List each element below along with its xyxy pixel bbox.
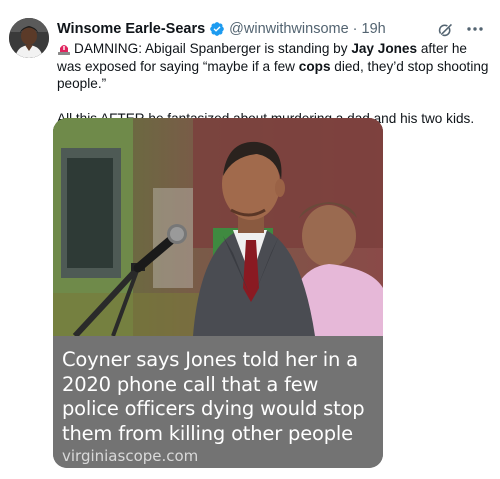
mention-jay-jones: Jay Jones xyxy=(351,41,418,56)
card-caption: Coyner says Jones told her in a 2020 pho… xyxy=(53,336,383,468)
author-handle[interactable]: @winwithwinsome xyxy=(229,21,348,37)
rotating-light-emoji-icon xyxy=(57,42,71,55)
verified-badge-icon xyxy=(209,21,225,37)
more-options-icon[interactable] xyxy=(463,19,487,39)
author-name[interactable]: Winsome Earle-Sears xyxy=(57,21,205,37)
tweet-paragraph-1: DAMNING: Abigail Spanberger is standing … xyxy=(57,40,493,93)
tweet-text: DAMNING: Abigail Spanberger is standing … xyxy=(57,40,493,127)
tweet-text-part: DAMNING: Abigail Spanberger is standing … xyxy=(74,41,352,56)
card-photo xyxy=(53,118,383,336)
link-preview-card[interactable]: Coyner says Jones told her in a 2020 pho… xyxy=(53,118,383,468)
grok-icon[interactable] xyxy=(433,19,457,39)
card-headline[interactable]: Coyner says Jones told her in a 2020 pho… xyxy=(62,348,373,446)
tweet-header: Winsome Earle-Sears @winwithwinsome · 19… xyxy=(57,19,487,39)
bold-word-cops: cops xyxy=(298,58,331,74)
tweet-timestamp[interactable]: 19h xyxy=(362,21,386,37)
author-avatar[interactable] xyxy=(9,18,49,58)
avatar-photo xyxy=(9,18,49,58)
separator-dot: · xyxy=(352,21,358,37)
card-domain[interactable]: virginiascope.com xyxy=(62,447,373,465)
